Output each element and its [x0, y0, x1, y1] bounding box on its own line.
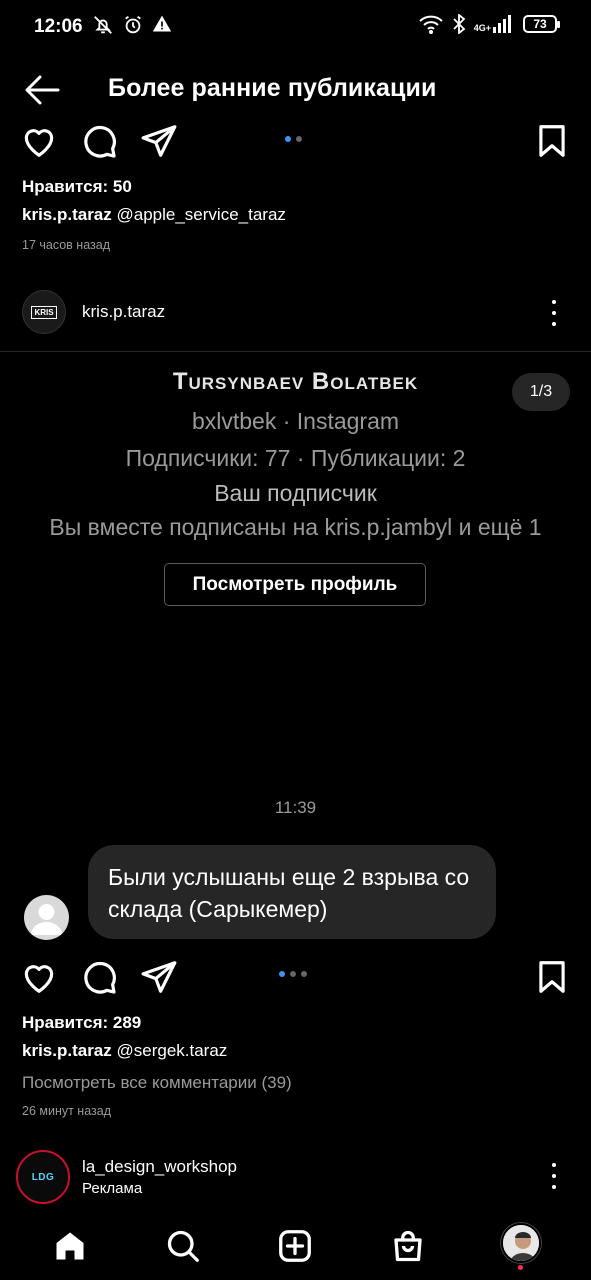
- wifi-icon: [419, 15, 443, 34]
- search-icon: [167, 1230, 199, 1262]
- shared-profile-follower: Ваш подписчик: [214, 480, 377, 506]
- post-caption: kris.p.taraz @apple_service_taraz: [22, 205, 286, 225]
- post-more-button[interactable]: [550, 300, 558, 326]
- more-dot: [552, 311, 556, 315]
- caption-text[interactable]: @sergek.taraz: [117, 1041, 228, 1060]
- nav-home[interactable]: [50, 1226, 90, 1266]
- save-button[interactable]: [533, 122, 571, 160]
- sponsored-author-name[interactable]: la_design_workshop: [82, 1157, 237, 1177]
- likes-count[interactable]: Нравится: 50: [22, 177, 132, 197]
- carousel-dot-active: [285, 136, 291, 142]
- post-time: 26 минут назад: [22, 1104, 111, 1118]
- more-vertical-icon: [552, 300, 556, 304]
- profile-avatar: [500, 1222, 541, 1263]
- status-time: 12:06: [34, 16, 83, 37]
- share-button[interactable]: [140, 958, 178, 996]
- network-indicator: 4G+: [474, 15, 515, 33]
- view-profile-button[interactable]: Посмотреть профиль: [164, 563, 426, 606]
- back-button[interactable]: [22, 70, 62, 110]
- home-icon: [56, 1232, 84, 1260]
- page-title: Более ранние публикации: [108, 74, 437, 102]
- network-type: 4G+: [473, 23, 491, 33]
- carousel-counter: 1/3: [512, 373, 570, 411]
- bookmark-icon: [539, 961, 565, 993]
- battery-icon: 73: [523, 15, 560, 33]
- more-vertical-icon: [552, 1163, 556, 1167]
- post-author-avatar[interactable]: KRIS: [22, 290, 66, 334]
- carousel-dot: [301, 971, 307, 977]
- share-button[interactable]: [140, 122, 178, 160]
- alarm-off-icon: [94, 16, 112, 34]
- shared-profile-name: Tursynbaev Bolatbek: [172, 368, 419, 395]
- nav-profile[interactable]: [500, 1222, 541, 1270]
- post-author-name[interactable]: kris.p.taraz: [82, 302, 165, 322]
- likes-count[interactable]: Нравится: 289: [22, 1013, 141, 1033]
- comment-button[interactable]: [80, 122, 118, 160]
- more-dot: [552, 1185, 556, 1189]
- post-more-button[interactable]: [550, 1163, 558, 1189]
- avatar-logo-text: LDG: [31, 1171, 55, 1183]
- avatar-logo-text: KRIS: [31, 305, 57, 319]
- divider: [0, 351, 591, 352]
- nav-shop[interactable]: [388, 1226, 428, 1266]
- more-dot: [552, 1174, 556, 1178]
- post-caption: kris.p.taraz @sergek.taraz: [22, 1041, 227, 1061]
- status-right-icons: 4G+ 73: [418, 14, 560, 34]
- status-left-icons: [92, 14, 172, 36]
- arrow-left-icon: [25, 75, 60, 105]
- comment-icon: [84, 962, 116, 994]
- user-photo-icon: [502, 1224, 539, 1261]
- nav-create[interactable]: [275, 1226, 315, 1266]
- heart-icon: [24, 129, 54, 157]
- bottom-navigation: [0, 1212, 591, 1280]
- like-button[interactable]: [20, 958, 58, 996]
- carousel-dot-active: [279, 971, 285, 977]
- plus-square-icon: [279, 1230, 312, 1262]
- sponsored-author-avatar[interactable]: LDG: [16, 1150, 70, 1204]
- send-icon: [141, 125, 177, 157]
- shared-profile-handle: bxlvtbek · Instagram: [191, 408, 400, 434]
- shared-profile-mutual: Вы вместе подписаны на kris.p.jambyl и е…: [49, 514, 542, 540]
- caption-text[interactable]: @apple_service_taraz: [117, 205, 286, 224]
- message-sender-avatar: [24, 895, 69, 940]
- bluetooth-icon: [453, 14, 466, 34]
- sponsored-label: Реклама: [82, 1180, 143, 1197]
- carousel-dot: [296, 136, 302, 142]
- bookmark-icon: [539, 125, 565, 157]
- shopping-bag-icon: [394, 1230, 422, 1262]
- post-time: 17 часов назад: [22, 238, 110, 252]
- carousel-dot: [290, 971, 296, 977]
- comment-icon: [84, 126, 116, 158]
- carousel-indicator: [285, 136, 302, 142]
- more-dot: [552, 322, 556, 326]
- view-all-comments-link[interactable]: Посмотреть все комментарии (39): [22, 1073, 292, 1093]
- comment-button[interactable]: [80, 958, 118, 996]
- carousel-indicator: [279, 971, 307, 977]
- caption-username[interactable]: kris.p.taraz: [22, 205, 112, 224]
- shared-profile-stats: Подписчики: 77 · Публикации: 2: [125, 445, 466, 471]
- message-time: 11:39: [274, 798, 317, 817]
- save-button[interactable]: [533, 958, 571, 996]
- alarm-icon: [125, 15, 141, 34]
- send-icon: [141, 961, 177, 993]
- nav-search[interactable]: [163, 1226, 203, 1266]
- like-button[interactable]: [20, 122, 58, 160]
- warning-icon: [152, 15, 172, 32]
- default-avatar-icon: [31, 904, 62, 935]
- notification-dot: [518, 1264, 524, 1270]
- message-bubble: Были услышаны еще 2 взрыва со склада (Са…: [88, 845, 496, 939]
- heart-icon: [24, 965, 54, 993]
- caption-username[interactable]: kris.p.taraz: [22, 1041, 112, 1060]
- signal-icon: [493, 15, 511, 33]
